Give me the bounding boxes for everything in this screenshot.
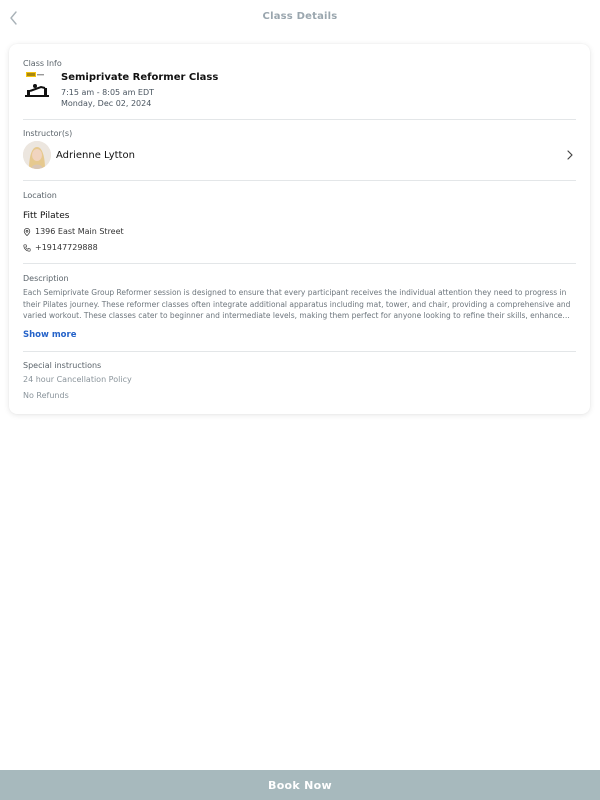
divider (23, 263, 576, 264)
chevron-right-icon (567, 150, 573, 160)
top-bar: Class Details (0, 0, 600, 36)
instructor-label: Instructor(s) (23, 129, 73, 138)
class-date: Monday, Dec 02, 2024 (61, 99, 152, 108)
divider (23, 119, 576, 120)
location-label: Location (23, 191, 57, 200)
location-address: 1396 East Main Street (35, 227, 124, 236)
page-title: Class Details (262, 11, 338, 22)
show-more-link[interactable]: Show more (23, 330, 76, 340)
class-info-label: Class Info (23, 59, 62, 68)
phone-row[interactable]: +19147729888 (23, 243, 98, 252)
class-time: 7:15 am - 8:05 am EDT (61, 88, 155, 97)
location-phone: +19147729888 (35, 243, 98, 252)
class-name: Semiprivate Reformer Class (61, 72, 219, 83)
book-now-button[interactable]: Book Now (0, 770, 600, 800)
phone-icon (23, 243, 31, 252)
instructor-row[interactable]: Adrienne Lytton (23, 141, 576, 173)
location-name: Fitt Pilates (23, 211, 70, 221)
special-instruction-line: No Refunds (23, 391, 69, 400)
special-instruction-line: 24 hour Cancellation Policy (23, 375, 132, 384)
description-label: Description (23, 274, 69, 283)
class-details-card: Class Info Semiprivate Reformer Class 7:… (9, 44, 590, 414)
instructor-avatar (23, 141, 51, 169)
instructor-name: Adrienne Lytton (56, 150, 135, 161)
address-row: 1396 East Main Street (23, 227, 124, 236)
fitt-reformer-logo-icon (23, 71, 53, 101)
special-instructions-label: Special instructions (23, 361, 102, 370)
divider (23, 180, 576, 181)
divider (23, 351, 576, 352)
map-pin-icon (23, 227, 31, 236)
description-text: Each Semiprivate Group Reformer session … (23, 288, 571, 320)
